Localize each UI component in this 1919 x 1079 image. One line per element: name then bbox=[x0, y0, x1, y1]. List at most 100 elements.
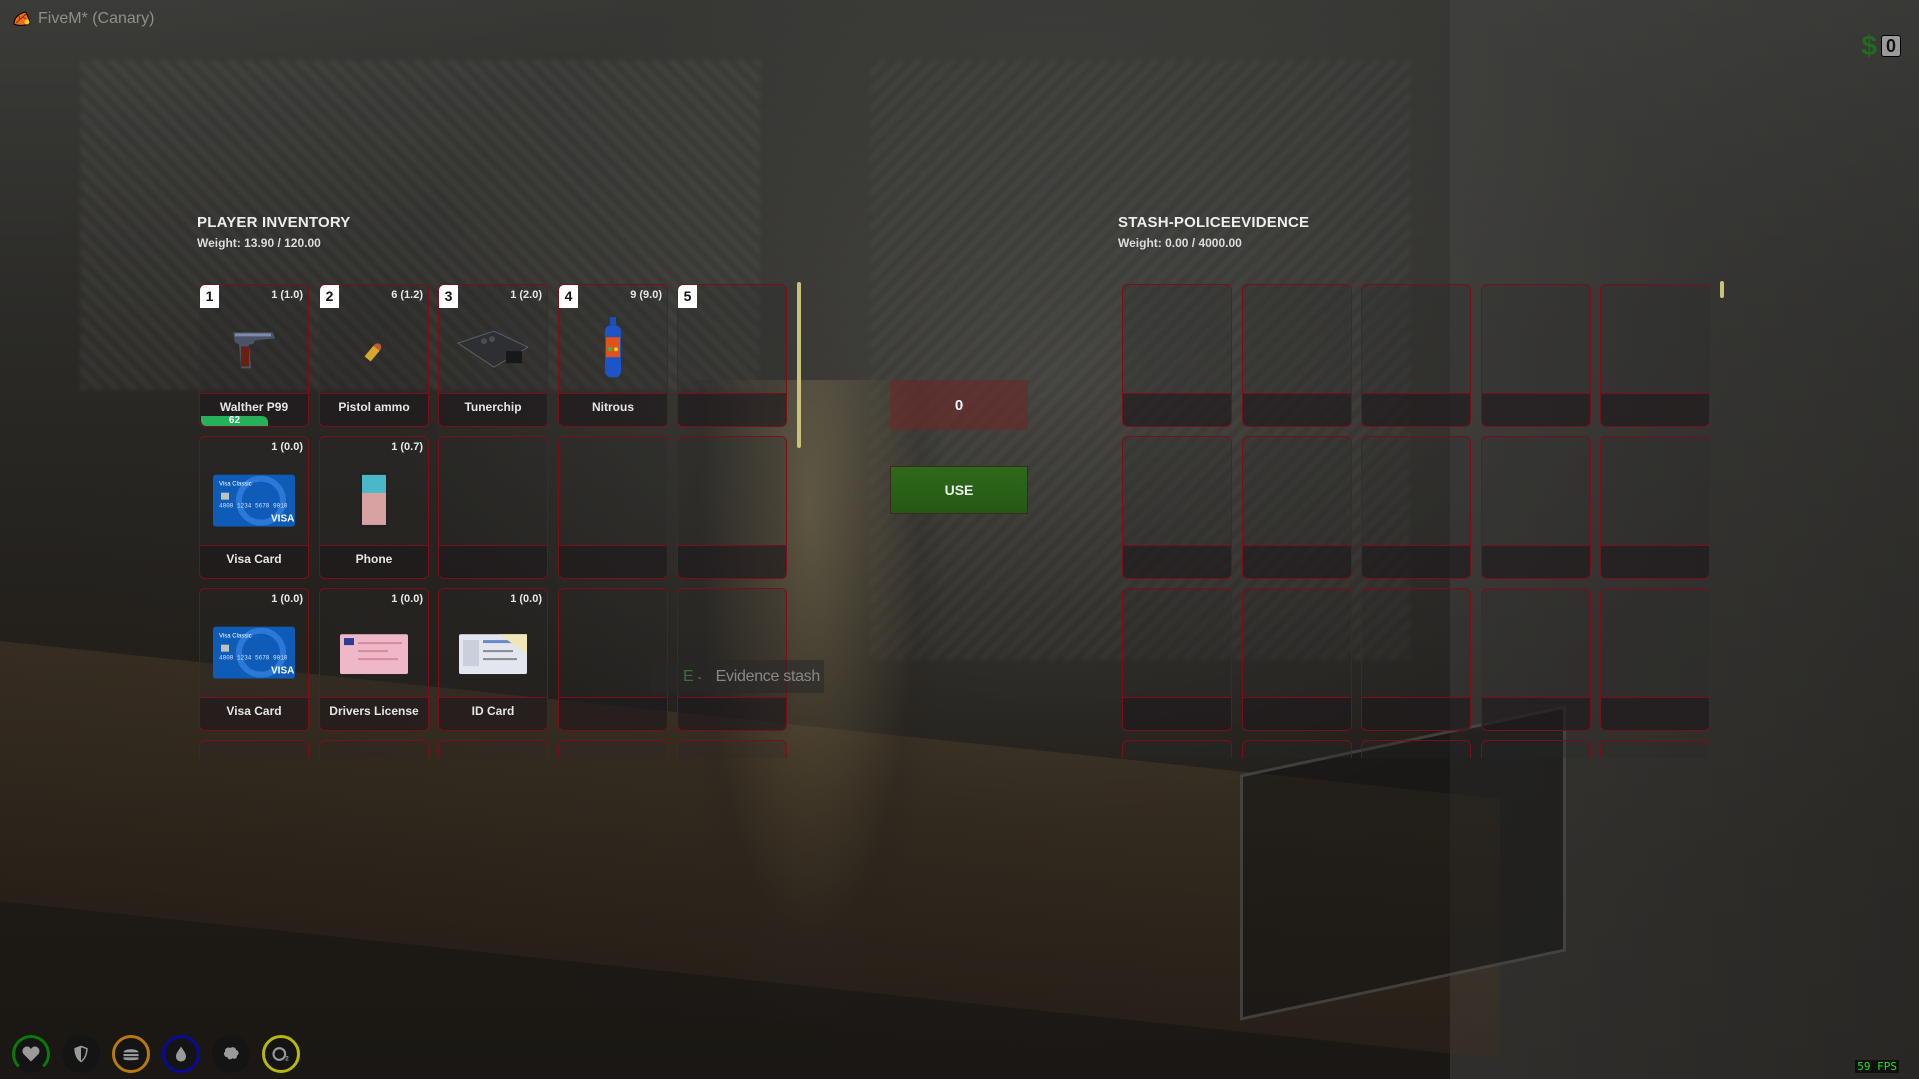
stash-slot-9[interactable] bbox=[1481, 436, 1591, 579]
stash-slot-13[interactable] bbox=[1361, 588, 1471, 731]
amount-input[interactable] bbox=[890, 380, 1028, 430]
stash-slot-7[interactable] bbox=[1242, 436, 1352, 579]
slot-quantity: 1 (2.0) bbox=[510, 289, 542, 301]
app-title: FiveM* (Canary) bbox=[38, 10, 155, 27]
slot-hotkey: 1 bbox=[200, 285, 219, 308]
player-slot-19[interactable] bbox=[558, 740, 668, 758]
svg-text:2: 2 bbox=[285, 1056, 289, 1063]
stash-slot-10[interactable] bbox=[1600, 436, 1710, 579]
stash-slot-11[interactable] bbox=[1122, 588, 1232, 731]
slot-footer bbox=[678, 697, 786, 730]
player-slot-3[interactable]: 3 1 (2.0) Tunerchip bbox=[438, 284, 548, 427]
id-card-icon bbox=[459, 634, 527, 679]
player-inventory-scrollbar[interactable] bbox=[797, 282, 801, 448]
drivers-license-icon bbox=[340, 634, 408, 679]
slot-label: Tunerchip bbox=[464, 400, 522, 414]
interaction-prompt: E - Evidence stash bbox=[651, 660, 824, 693]
armor-status bbox=[62, 1035, 100, 1073]
player-slot-10[interactable] bbox=[677, 436, 787, 579]
player-inventory-header: PLAYER INVENTORY Weight: 13.90 / 120.00 bbox=[197, 214, 351, 250]
player-slot-12[interactable]: 1 (0.0) Drivers License bbox=[319, 588, 429, 731]
oxygen-status: 2 bbox=[262, 1035, 300, 1073]
stash-scrollbar[interactable] bbox=[1720, 281, 1724, 298]
stash-slot-3[interactable] bbox=[1361, 284, 1471, 427]
slot-footer bbox=[1362, 697, 1470, 730]
slot-footer bbox=[1362, 545, 1470, 578]
slot-footer bbox=[1601, 697, 1709, 730]
slot-footer bbox=[1601, 545, 1709, 578]
svg-text:Visa Classic: Visa Classic bbox=[219, 634, 252, 640]
stash-slot-12[interactable] bbox=[1242, 588, 1352, 731]
slot-quantity: 1 (0.7) bbox=[391, 441, 423, 453]
player-slot-18[interactable] bbox=[438, 740, 548, 758]
player-slot-20[interactable] bbox=[677, 740, 787, 758]
hunger-status bbox=[112, 1035, 150, 1073]
player-slot-4[interactable]: 4 9 (9.0) Nitrous bbox=[558, 284, 668, 427]
stash-slot-17[interactable] bbox=[1242, 740, 1352, 758]
slot-hotkey: 5 bbox=[678, 285, 697, 308]
slot-hotkey: 2 bbox=[320, 285, 339, 308]
stash-slot-5[interactable] bbox=[1600, 284, 1710, 427]
slot-footer bbox=[1482, 545, 1590, 578]
player-slot-1[interactable]: 1 1 (1.0) Walther P99 62 bbox=[199, 284, 309, 427]
stash-slot-20[interactable] bbox=[1600, 740, 1710, 758]
slot-label: Nitrous bbox=[592, 400, 634, 414]
stash-slot-4[interactable] bbox=[1481, 284, 1591, 427]
slot-label: Visa Card bbox=[226, 552, 282, 566]
slot-footer bbox=[1123, 697, 1231, 730]
nitrous-bottle-icon bbox=[602, 316, 624, 385]
oxygen-icon: 2 bbox=[272, 1047, 289, 1063]
slot-footer bbox=[439, 545, 547, 578]
svg-text:VISA: VISA bbox=[271, 666, 294, 677]
player-slot-8[interactable] bbox=[438, 436, 548, 579]
slot-footer bbox=[678, 545, 786, 578]
stash-slot-14[interactable] bbox=[1481, 588, 1591, 731]
player-slot-11[interactable]: Visa Classic 4000 1234 5678 9010 VISA 1 (0.… bbox=[199, 588, 309, 731]
player-slot-13[interactable]: 1 (0.0) ID Card bbox=[438, 588, 548, 731]
slot-footer bbox=[559, 545, 667, 578]
slot-footer bbox=[1123, 393, 1231, 426]
slot-label: Drivers License bbox=[329, 704, 419, 718]
slot-quantity: 1 (0.0) bbox=[391, 593, 423, 605]
visa-card-icon: Visa Classic 4000 1234 5678 9010 VISA bbox=[213, 626, 295, 684]
pistol-icon bbox=[229, 327, 279, 378]
slot-label: Walther P99 bbox=[219, 400, 289, 414]
stash-slot-1[interactable] bbox=[1122, 284, 1232, 427]
player-slot-16[interactable] bbox=[199, 740, 309, 758]
stash-slot-19[interactable] bbox=[1481, 740, 1591, 758]
stash-slot-18[interactable] bbox=[1361, 740, 1471, 758]
player-slot-5[interactable]: 5 bbox=[677, 284, 787, 427]
slot-label: ID Card bbox=[471, 704, 515, 718]
stash-slot-16[interactable] bbox=[1122, 740, 1232, 758]
slot-label: Phone bbox=[355, 552, 393, 566]
player-slot-17[interactable] bbox=[319, 740, 429, 758]
fps-counter: 59 FPS bbox=[1855, 1060, 1899, 1073]
use-button[interactable]: USE bbox=[890, 466, 1028, 514]
thirst-status bbox=[162, 1035, 200, 1073]
stash-weight: Weight: 0.00 / 4000.00 bbox=[1118, 236, 1242, 250]
slot-footer bbox=[1362, 393, 1470, 426]
player-slot-7[interactable]: 1 (0.7) Phone bbox=[319, 436, 429, 579]
player-slot-2[interactable]: 2 6 (1.2) Pistol ammo bbox=[319, 284, 429, 427]
phone-icon bbox=[359, 471, 389, 534]
slot-footer bbox=[1123, 545, 1231, 578]
fivem-leaf-icon bbox=[13, 11, 31, 26]
player-slot-6[interactable]: Visa Classic 4000 1234 5678 9010 VISA 1 (0.… bbox=[199, 436, 309, 579]
svg-text:Visa Classic: Visa Classic bbox=[219, 482, 252, 488]
svg-text:4000 1234 5678 9010: 4000 1234 5678 9010 bbox=[219, 503, 288, 510]
water-drop-icon bbox=[176, 1046, 186, 1062]
stash-slot-8[interactable] bbox=[1361, 436, 1471, 579]
slot-label: Visa Card bbox=[226, 704, 282, 718]
stash-slot-2[interactable] bbox=[1242, 284, 1352, 427]
prompt-key: E bbox=[683, 667, 694, 685]
slot-footer bbox=[559, 697, 667, 730]
stash-slot-15[interactable] bbox=[1600, 588, 1710, 731]
slot-footer bbox=[1601, 393, 1709, 426]
prompt-text: Evidence stash bbox=[715, 667, 821, 685]
shield-icon bbox=[74, 1045, 88, 1063]
stash-grid bbox=[1122, 284, 1714, 758]
slot-quantity: 1 (0.0) bbox=[510, 593, 542, 605]
stash-slot-6[interactable] bbox=[1122, 436, 1232, 579]
slot-footer bbox=[678, 393, 786, 426]
player-slot-9[interactable] bbox=[558, 436, 668, 579]
